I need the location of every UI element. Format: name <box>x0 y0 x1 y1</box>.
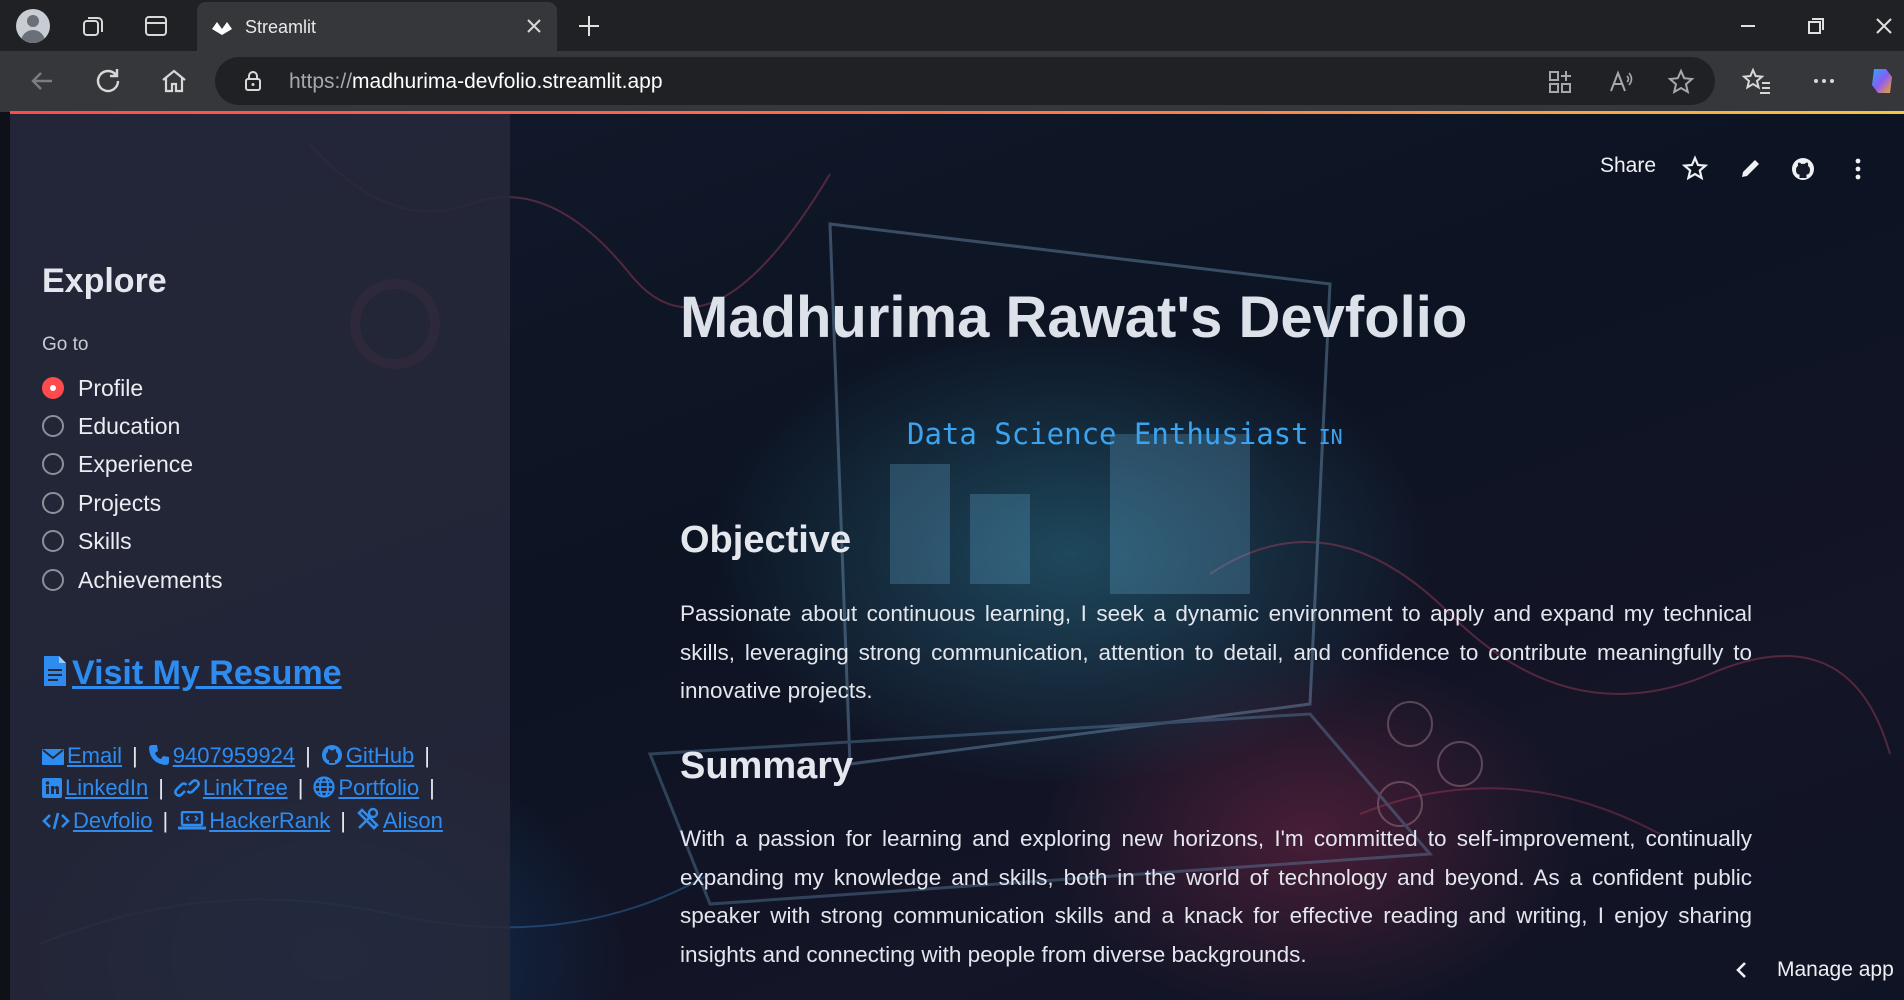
email-link[interactable]: Email <box>42 743 122 768</box>
close-tab-icon[interactable] <box>523 15 545 37</box>
star-icon[interactable] <box>1680 152 1710 186</box>
address-bar[interactable]: https://madhurima-devfolio.streamlit.app <box>215 57 1715 105</box>
favorite-star-icon[interactable] <box>1667 68 1695 96</box>
sidebar-heading: Explore <box>42 262 167 300</box>
favorites-icon[interactable] <box>1741 65 1773 97</box>
refresh-icon[interactable] <box>92 65 124 97</box>
main-menu-icon[interactable] <box>1843 152 1873 186</box>
contact-links-row-1: Email | 9407959924 | GitHub | <box>42 743 440 769</box>
app-available-icon[interactable] <box>1546 68 1574 96</box>
close-window-icon[interactable] <box>1870 12 1898 40</box>
globe-icon <box>313 776 336 798</box>
contact-links-row-2: LinkedIn | LinkTree | Portfolio | <box>42 775 445 801</box>
github-link[interactable]: GitHub <box>321 743 414 768</box>
hackerrank-link[interactable]: HackerRank <box>178 808 330 833</box>
browser-tab-bar: Streamlit <box>0 0 1904 51</box>
github-icon[interactable] <box>1788 152 1818 186</box>
radio-icon[interactable] <box>42 415 64 437</box>
restore-icon[interactable] <box>1802 12 1830 40</box>
file-icon <box>44 656 66 686</box>
portfolio-link[interactable]: Portfolio <box>313 775 419 800</box>
code-icon <box>42 812 70 830</box>
github-icon <box>321 745 342 765</box>
read-aloud-icon[interactable] <box>1607 68 1635 96</box>
home-icon[interactable] <box>158 65 190 97</box>
sidebar: Explore Go to Profile Education Experien… <box>10 114 510 1000</box>
streamlit-favicon <box>212 22 232 35</box>
chevron-left-icon[interactable] <box>1730 958 1754 982</box>
more-icon[interactable] <box>1808 65 1840 97</box>
radio-icon[interactable] <box>42 530 64 552</box>
radio-selected-icon[interactable] <box>42 377 64 399</box>
minimize-icon[interactable] <box>1734 12 1762 40</box>
tab-title: Streamlit <box>245 17 317 37</box>
tools-icon <box>357 807 379 830</box>
contact-links-row-3: Devfolio | HackerRank | Alison <box>42 807 443 834</box>
india-flag: IN <box>1318 425 1343 449</box>
url-text[interactable]: https://madhurima-devfolio.streamlit.app <box>289 70 663 94</box>
back-icon[interactable] <box>26 65 58 97</box>
linktree-link[interactable]: LinkTree <box>173 775 288 800</box>
browser-nav-bar: https://madhurima-devfolio.streamlit.app <box>0 51 1904 112</box>
objective-text: Passionate about continuous learning, I … <box>680 601 1752 703</box>
linkedin-icon <box>42 778 62 798</box>
copilot-icon[interactable] <box>1866 65 1898 97</box>
summary-text: With a passion for learning and explorin… <box>680 826 1752 967</box>
laptop-code-icon <box>178 810 207 830</box>
streamlit-app: Explore Go to Profile Education Experien… <box>10 114 1904 1000</box>
devfolio-link[interactable]: Devfolio <box>42 808 152 833</box>
radio-icon[interactable] <box>42 492 64 514</box>
alison-link[interactable]: Alison <box>356 807 443 833</box>
phone-link[interactable]: 9407959924 <box>148 743 295 768</box>
workspaces-icon[interactable] <box>80 13 106 39</box>
radio-icon[interactable] <box>42 569 64 591</box>
phone-icon <box>148 745 169 765</box>
link-icon <box>173 779 200 797</box>
page-title: Madhurima Rawat's Devfolio <box>680 285 1468 350</box>
new-tab-icon[interactable] <box>575 12 603 40</box>
edit-pencil-icon[interactable] <box>1735 152 1765 186</box>
nav-radio-label: Go to <box>42 334 89 355</box>
page-subtitle: Data Science Enthusiast IN <box>907 417 1343 451</box>
linkedin-link[interactable]: LinkedIn <box>42 775 148 800</box>
resume-link[interactable]: Visit My Resume <box>42 654 342 698</box>
objective-heading: Objective <box>680 519 852 561</box>
share-button[interactable]: Share <box>1600 154 1656 178</box>
tab-actions-icon[interactable] <box>143 13 169 39</box>
profile-avatar[interactable] <box>16 9 50 43</box>
envelope-icon <box>42 749 64 765</box>
lock-icon[interactable] <box>241 69 265 93</box>
active-tab[interactable]: Streamlit <box>197 2 557 51</box>
radio-icon[interactable] <box>42 453 64 475</box>
summary-heading: Summary <box>680 745 854 787</box>
